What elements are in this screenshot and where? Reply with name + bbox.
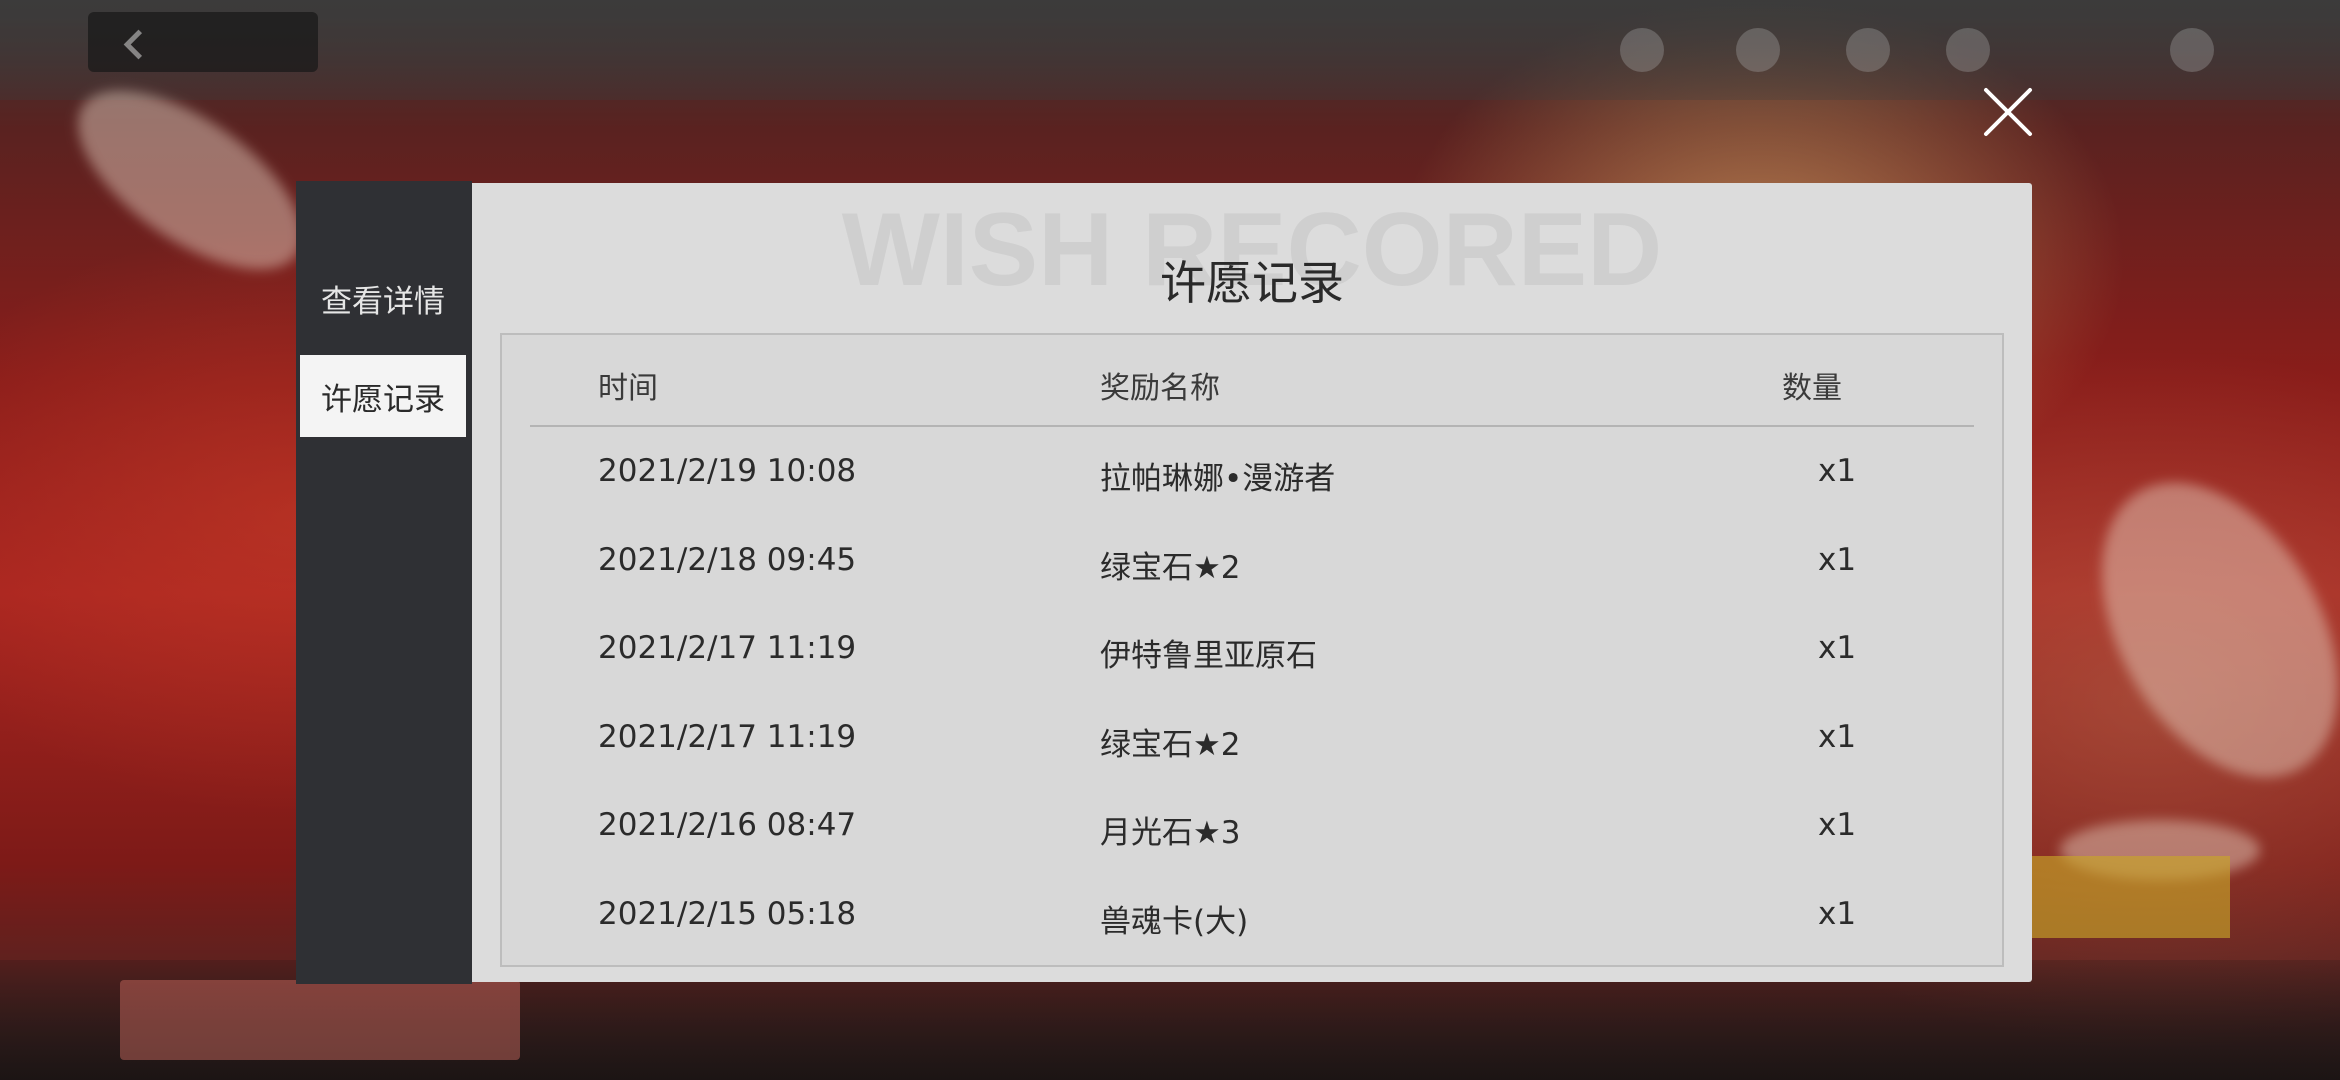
blurred-decoration	[2053, 441, 2340, 819]
blurred-top-icon	[2170, 28, 2214, 72]
table-row: 2021/2/18 09:45 绿宝石★2 x1	[530, 516, 1974, 604]
blurred-top-icon	[1946, 28, 1990, 72]
row-reward: 兽魂卡(大)	[1100, 904, 1249, 940]
column-header-reward: 奖励名称	[1100, 371, 1220, 406]
game-background: 查看详情 许愿记录 WISH RECORED 许愿记录 时间 奖励名称 数量 2…	[0, 0, 2340, 1080]
row-quantity: x1	[1818, 719, 1857, 755]
row-quantity: x1	[1818, 630, 1857, 666]
sidebar-item-label: 查看详情	[321, 283, 445, 320]
blurred-bottom-card	[120, 980, 520, 1060]
sidebar-item-details[interactable]: 查看详情	[300, 257, 466, 339]
row-reward: 拉帕琳娜•漫游者	[1100, 461, 1336, 497]
row-quantity: x1	[1818, 542, 1857, 578]
row-reward: 伊特鲁里亚原石	[1100, 638, 1317, 674]
close-icon	[1984, 88, 2032, 136]
modal-sidebar: 查看详情 许愿记录	[296, 181, 472, 984]
row-reward: 绿宝石★2	[1100, 550, 1241, 586]
close-button[interactable]	[1982, 86, 2034, 138]
column-header-time: 时间	[598, 371, 658, 406]
row-time: 2021/2/19 10:08	[598, 453, 857, 489]
row-time: 2021/2/15 05:18	[598, 896, 857, 932]
row-reward: 绿宝石★2	[1100, 727, 1241, 763]
blurred-yellow-badge	[2030, 856, 2230, 938]
page-title: 许愿记录	[1160, 256, 1344, 310]
row-quantity: x1	[1818, 896, 1857, 932]
row-time: 2021/2/17 11:19	[598, 719, 857, 755]
blurred-top-icon	[1620, 28, 1664, 72]
sidebar-item-label: 许愿记录	[321, 381, 445, 418]
blurred-top-icon	[1736, 28, 1780, 72]
blurred-top-icon	[1846, 28, 1890, 72]
table-row: 2021/2/17 11:19 绿宝石★2 x1	[530, 693, 1974, 781]
table-row: 2021/2/17 11:19 伊特鲁里亚原石 x1	[530, 604, 1974, 692]
table-row: 2021/2/19 10:08 拉帕琳娜•漫游者 x1	[530, 427, 1974, 515]
sidebar-item-wish-record[interactable]: 许愿记录	[300, 355, 466, 437]
blurred-back-button	[88, 12, 318, 72]
record-table: 时间 奖励名称 数量 2021/2/19 10:08 拉帕琳娜•漫游者 x1 2…	[500, 333, 2004, 967]
row-time: 2021/2/16 08:47	[598, 807, 857, 843]
table-row: 2021/2/15 05:18 兽魂卡(大) x1	[530, 870, 1974, 958]
table-header: 时间 奖励名称 数量	[530, 335, 1974, 427]
row-time: 2021/2/18 09:45	[598, 542, 857, 578]
row-reward: 月光石★3	[1100, 815, 1241, 851]
row-quantity: x1	[1818, 453, 1857, 489]
table-row: 2021/2/16 08:47 月光石★3 x1	[530, 781, 1974, 869]
column-header-quantity: 数量	[1782, 371, 1842, 406]
wish-record-panel: WISH RECORED 许愿记录 时间 奖励名称 数量 2021/2/19 1…	[472, 183, 2032, 982]
row-quantity: x1	[1818, 807, 1857, 843]
row-time: 2021/2/17 11:19	[598, 630, 857, 666]
